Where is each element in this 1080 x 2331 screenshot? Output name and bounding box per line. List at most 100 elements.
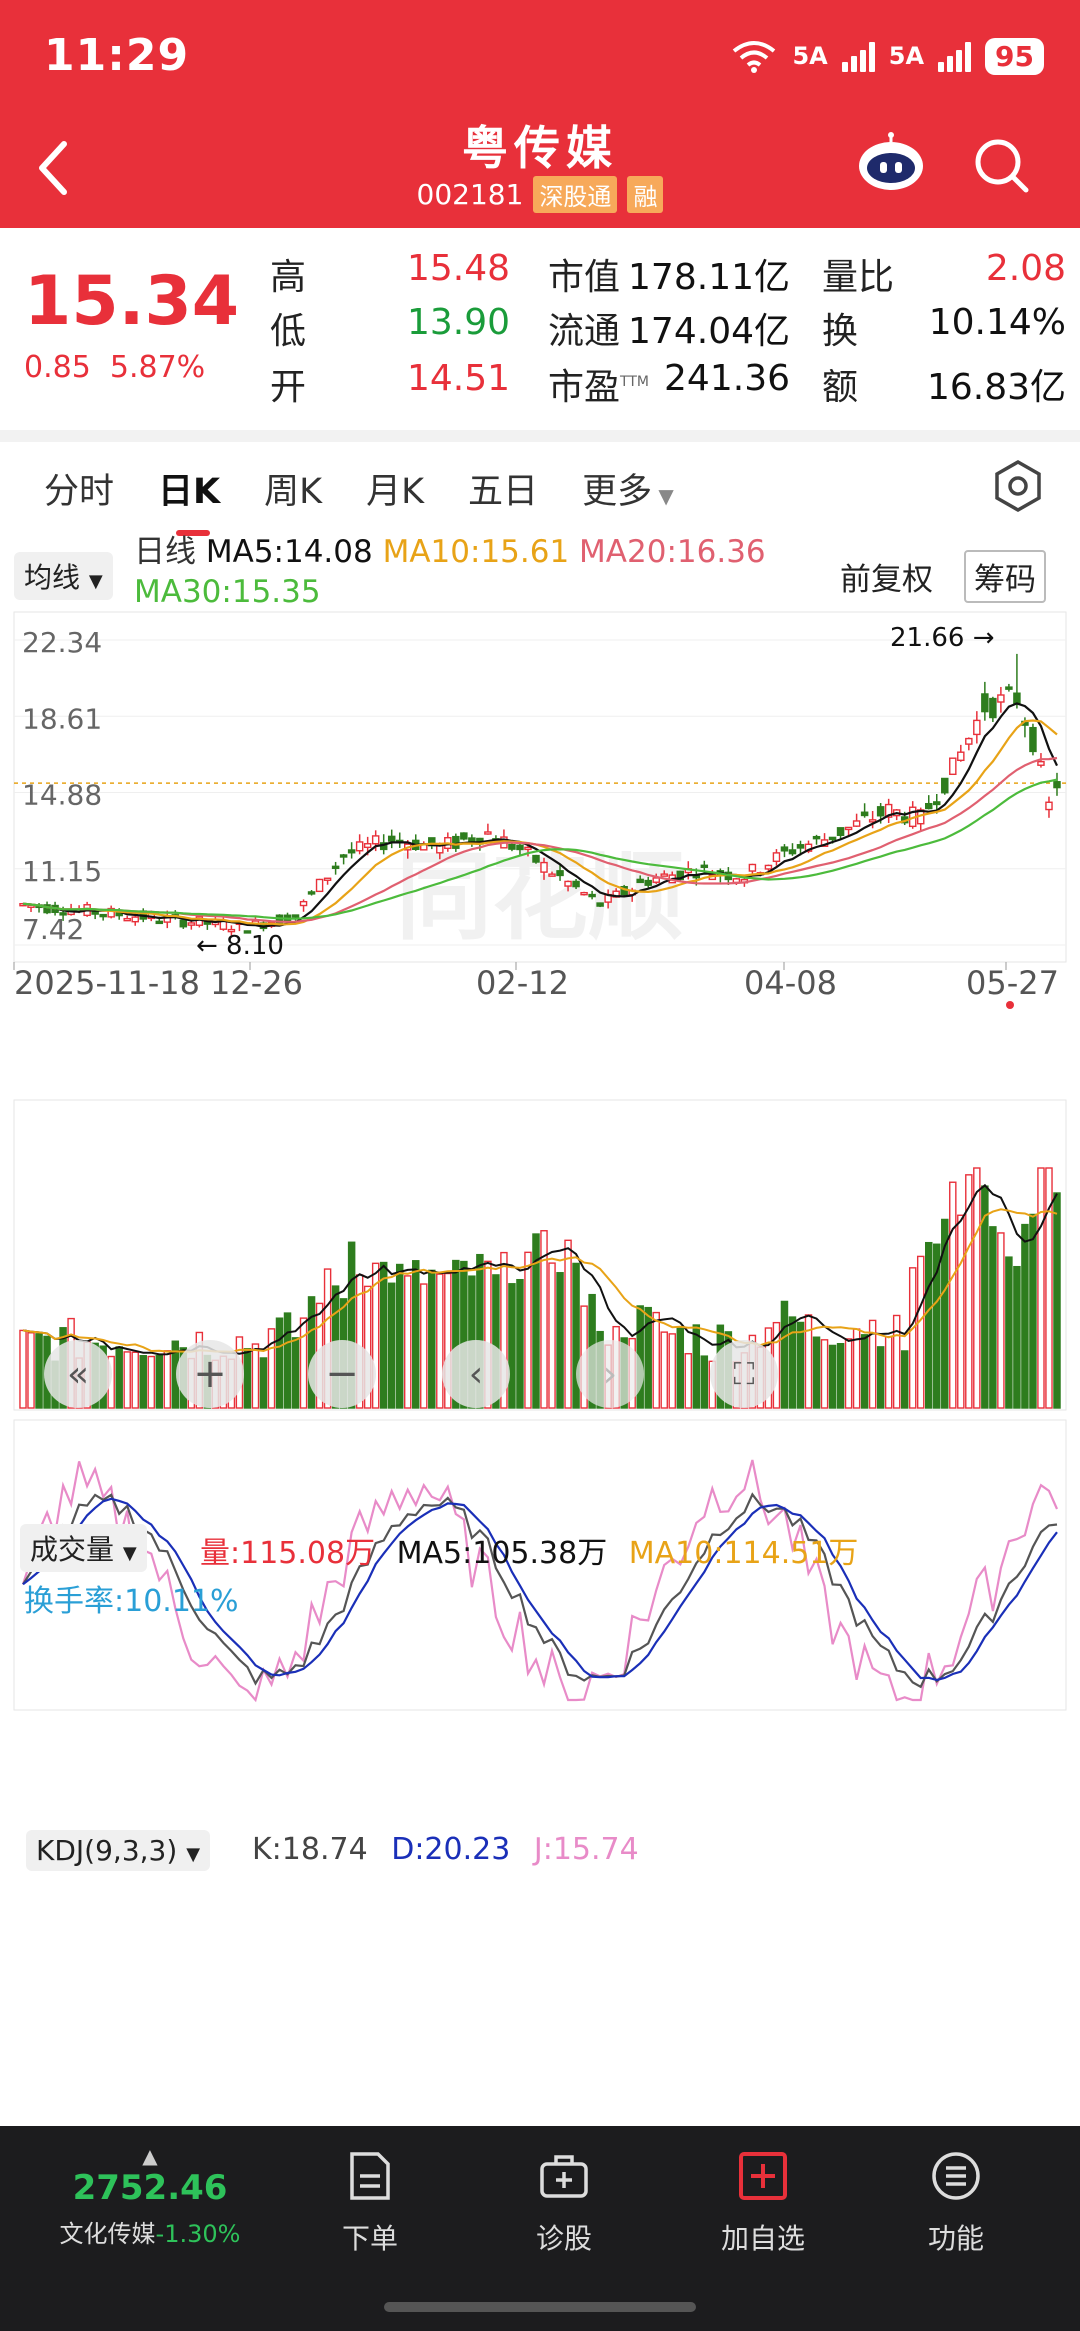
wifi-icon [733,41,776,73]
index-ticker[interactable]: ▲ 2752.46 文化传媒-1.30% [40,2144,260,2249]
kdj-selector[interactable]: KDJ(9,3,3) ▼ [26,1830,211,1871]
tab-five-day[interactable]: 五日 [468,463,538,514]
volume-bar [668,1333,676,1409]
volume-bar [892,1314,901,1409]
candle-body [187,922,196,926]
candle-body [371,835,380,845]
zoom-in-icon[interactable]: + [176,1340,244,1408]
menu-icon [932,2152,980,2200]
volume-bar [957,1214,965,1409]
functions-button[interactable]: 功能 [906,2150,1006,2257]
candle-body [387,835,396,842]
candle-body [852,820,861,827]
candle-body [99,913,107,918]
candle-body [452,835,460,849]
candle-body [564,880,572,887]
app-header: 11:29 5A 5A 95 粤传媒 002181 深股通 融 [0,0,1080,228]
candle-body [844,826,853,831]
min-price-label: ← 8.10 [196,931,284,961]
bottom-toolbar: ▲ 2752.46 文化传媒-1.30% 下单 诊股 加自选 功能 [0,2126,1080,2331]
turnover-rate: 换手率:10.11% [24,1584,239,1619]
adjust-toggle[interactable]: 前复权 [840,554,933,599]
volume-bar [291,1337,300,1409]
volume-bar [684,1353,693,1409]
mktcap-value: 178.11亿 [628,257,790,298]
add-watchlist-button[interactable]: 加自选 [708,2150,818,2257]
volume-bar [1013,1265,1021,1409]
volume-bar [27,1332,35,1409]
candle-body [1037,760,1045,766]
ai-assistant-icon[interactable] [856,132,926,194]
chart-settings-icon[interactable] [990,458,1046,514]
candle-body [1045,801,1053,811]
volume-bar [524,1251,532,1409]
dropdown-icon: ▼ [122,1543,137,1564]
today-marker [1006,1001,1014,1009]
volume-bar [379,1261,388,1409]
volume-bar [796,1321,805,1409]
volume-bar [1005,1256,1013,1409]
ma5-legend: MA5:14.08 [205,534,373,570]
candle-body [1053,781,1061,789]
indicator-selector[interactable]: 均线 ▼ [14,552,113,600]
float-value: 174.04亿 [628,311,790,352]
volume-bar [163,1350,172,1409]
volume-bar [876,1346,885,1409]
volume-bar [844,1338,853,1409]
candle-body [123,917,131,922]
chips-button[interactable]: 筹码 [964,550,1046,603]
candle-body [548,873,556,877]
volume-bar [556,1272,564,1409]
volume-bar [19,1329,27,1409]
scroll-left-icon[interactable]: ‹ [442,1340,510,1408]
volume-bar [299,1317,308,1409]
volume-bar [925,1241,933,1409]
period-tabs: 分时 日K 周K 月K 五日 更多 ▼ [0,442,1080,536]
volume-bar [564,1239,572,1409]
kline-chart[interactable]: 同花顺22.3418.6114.8811.157.4221.66 →← 8.10… [0,600,1080,2110]
search-icon[interactable] [972,136,1032,196]
candle-body [764,864,773,870]
fullscreen-icon[interactable]: ⛶ [710,1340,778,1408]
signal-2-label: 5A [888,42,925,70]
diagnose-button[interactable]: 诊股 [514,2150,614,2257]
volume-bar [916,1255,925,1409]
volume-bar [147,1355,155,1409]
float-label: 流通 [548,311,621,352]
candle-body [540,861,548,873]
candle-body [155,920,164,925]
amount-value: 16.83亿 [926,367,1066,408]
volume-bar [788,1316,797,1409]
volume-bar [35,1333,43,1409]
volume-bar [780,1300,789,1409]
volume-bar [387,1282,396,1409]
open-label: 开 [270,367,307,408]
volume-bar [267,1328,276,1409]
candle-body [572,880,580,888]
x-date-label: 02-12 [476,964,569,1002]
candle-body [812,835,821,840]
scroll-right-icon[interactable]: › [576,1340,644,1408]
tab-intraday[interactable]: 分时 [44,463,114,514]
candle-body [660,873,668,877]
zoom-out-icon[interactable]: − [308,1340,376,1408]
stock-code: 002181 [416,178,524,211]
volume-bar [251,1343,260,1409]
order-button[interactable]: 下单 [320,2150,420,2257]
y-tick-label: 11.15 [22,855,102,888]
rewind-icon[interactable]: « [44,1340,112,1408]
tab-weekly-k[interactable]: 周K [264,463,322,514]
tab-monthly-k[interactable]: 月K [366,463,424,514]
tab-daily-k[interactable]: 日K [158,463,220,536]
volume-selector[interactable]: 成交量 ▼ [20,1524,147,1572]
tab-more[interactable]: 更多 ▼ [582,463,674,514]
period-label: 日线 [134,534,196,570]
volume-bar [131,1351,139,1409]
ma20-legend: MA20:16.36 [579,534,766,570]
y-tick-label: 22.34 [22,626,102,659]
functions-label: 功能 [927,2222,984,2255]
candle-body [989,697,997,719]
volume-bar [404,1275,412,1409]
home-indicator[interactable] [384,2302,696,2312]
add-watchlist-label: 加自选 [720,2222,805,2255]
